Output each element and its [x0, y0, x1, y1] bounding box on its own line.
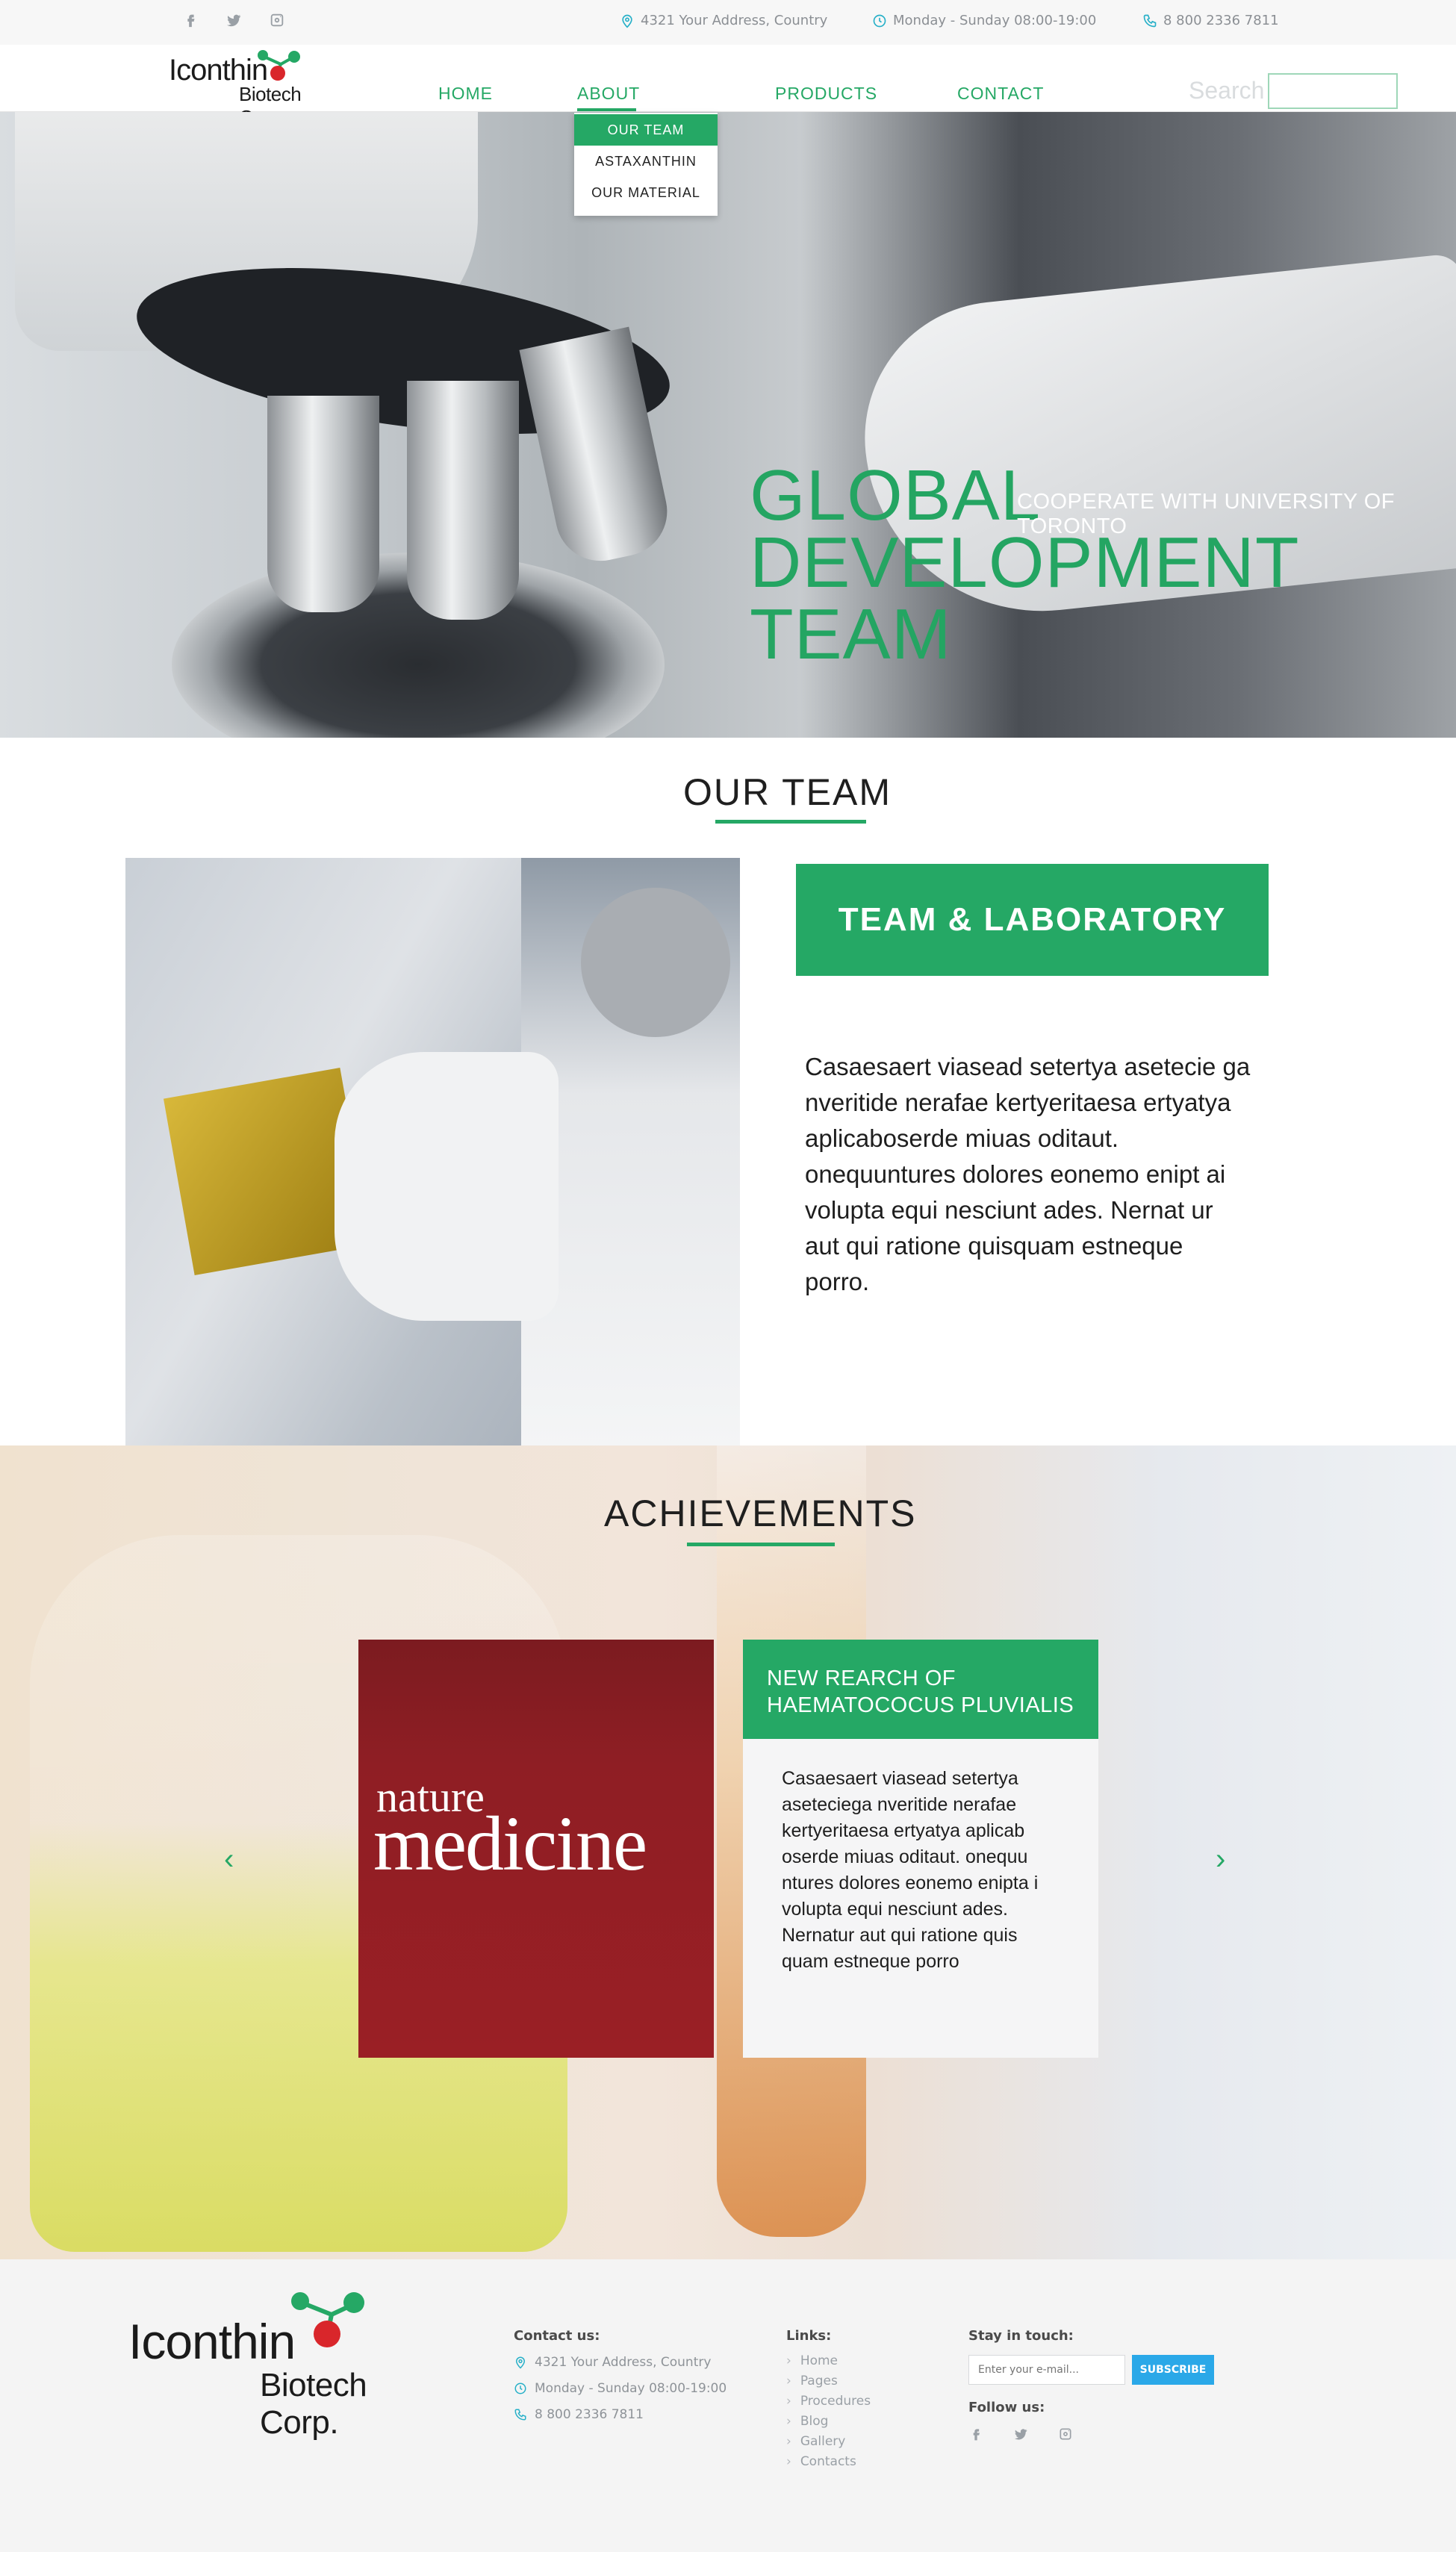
subscribe-button[interactable]: SUBSCRIBE: [1132, 2355, 1214, 2385]
footer-link-blog[interactable]: Blog: [786, 2414, 829, 2429]
about-dropdown-menu: OUR TEAM ASTAXANTHIN OUR MATERIAL: [574, 113, 718, 216]
dropdown-item-our-team[interactable]: OUR TEAM: [574, 114, 718, 146]
nav-products[interactable]: PRODUCTS: [775, 84, 877, 104]
clock-icon: [514, 2383, 526, 2394]
glove-shape: [335, 1052, 559, 1321]
achievement-card-title[interactable]: NEW REARCH OF HAEMATOCOCUS PLUVIALIS: [743, 1640, 1098, 1739]
footer-link-procedures[interactable]: Procedures: [786, 2394, 871, 2409]
nav-about[interactable]: ABOUT: [577, 84, 640, 104]
twitter-icon[interactable]: [225, 12, 242, 28]
achievement-card-text: Casaesaert viasead setertya aseteciega n…: [743, 1739, 1098, 2058]
hero-lens: [407, 381, 519, 620]
carousel-next-arrow[interactable]: ›: [1216, 1843, 1225, 1876]
footer-logo-subtitle: Biotech Corp.: [260, 2367, 367, 2441]
instagram-icon[interactable]: [1058, 2427, 1073, 2441]
top-hours-text: Monday - Sunday 08:00-19:00: [893, 13, 1097, 28]
footer-stay-heading: Stay in touch:: [968, 2328, 1074, 2344]
footer-logo[interactable]: Iconthin Biotech Corp.: [128, 2286, 449, 2441]
dropdown-item-astaxanthin[interactable]: ASTAXANTHIN: [574, 146, 718, 177]
top-phone: 8 800 2336 7811: [1142, 13, 1279, 28]
footer-molecule-logo-icon: [291, 2292, 364, 2347]
location-pin-icon: [515, 2356, 526, 2369]
carousel-prev-arrow[interactable]: ‹: [224, 1843, 234, 1876]
top-address: 4321 Your Address, Country: [620, 13, 827, 28]
hero-lens: [267, 396, 379, 612]
instagram-icon[interactable]: [269, 12, 285, 28]
team-photo: [125, 858, 740, 1445]
phone-icon: [514, 2409, 526, 2421]
footer-phone: 8 800 2336 7811: [514, 2407, 644, 2422]
facebook-icon[interactable]: [968, 2427, 983, 2441]
clock-icon: [873, 14, 886, 27]
footer-link-pages[interactable]: Pages: [786, 2374, 838, 2388]
footer-link-gallery[interactable]: Gallery: [786, 2434, 846, 2449]
top-phone-text: 8 800 2336 7811: [1163, 13, 1279, 28]
location-pin-icon: [622, 14, 632, 28]
footer-links-heading: Links:: [786, 2328, 832, 2344]
footer-link-home[interactable]: Home: [786, 2353, 838, 2368]
nature-medicine-logo: nature medicine: [358, 1640, 714, 2058]
footer-logo-name: Iconthin: [128, 2314, 296, 2369]
top-address-text: 4321 Your Address, Country: [641, 13, 828, 28]
top-hours: Monday - Sunday 08:00-19:00: [872, 13, 1096, 28]
logo-word-medicine: medicine: [373, 1801, 647, 1887]
nav-home[interactable]: HOME: [438, 84, 493, 104]
footer-social-icons: [968, 2427, 1073, 2441]
facebook-icon[interactable]: [182, 12, 199, 28]
newsletter-email-input[interactable]: [968, 2355, 1125, 2385]
dropdown-item-our-material[interactable]: OUR MATERIAL: [574, 177, 718, 208]
footer-address-text: 4321 Your Address, Country: [535, 2355, 712, 2370]
top-social-icons: [182, 12, 285, 28]
achievements-section: [0, 1445, 1456, 2259]
twitter-icon[interactable]: [1013, 2427, 1028, 2441]
header-logo[interactable]: Iconthin Biotech Corp.: [169, 46, 340, 128]
footer-phone-text: 8 800 2336 7811: [535, 2407, 644, 2422]
achievements-title-underline: [687, 1543, 835, 1546]
footer-contact-heading: Contact us:: [514, 2328, 600, 2344]
footer-address: 4321 Your Address, Country: [514, 2355, 711, 2370]
search-label: Search: [1189, 77, 1265, 104]
search-input[interactable]: [1268, 73, 1398, 109]
team-laboratory-card[interactable]: TEAM & LABORATORY: [796, 864, 1269, 976]
footer-follow-heading: Follow us:: [968, 2400, 1045, 2415]
nav-active-indicator: [577, 108, 636, 111]
achievements-title: ACHIEVEMENTS: [604, 1493, 917, 1534]
team-title-underline: [715, 820, 866, 824]
nav-contact[interactable]: CONTACT: [957, 84, 1044, 104]
scientist-head: [581, 888, 730, 1037]
team-section-title: OUR TEAM: [683, 771, 892, 813]
footer-hours: Monday - Sunday 08:00-19:00: [514, 2381, 727, 2396]
hero-title-line1: GLOBAL: [750, 455, 1042, 535]
hero-subtitle: COOPERATE WITH UNIVERSITY OF TORONTO: [1017, 490, 1395, 538]
hero-title-line2: DEVELOPMENT TEAM: [750, 523, 1298, 674]
molecule-logo-icon: [258, 50, 300, 81]
footer-link-contacts[interactable]: Contacts: [786, 2454, 856, 2469]
phone-icon: [1143, 14, 1157, 27]
team-description: Casaesaert viasead setertya asetecie ga …: [805, 1053, 1251, 1295]
footer-hours-text: Monday - Sunday 08:00-19:00: [535, 2381, 727, 2396]
